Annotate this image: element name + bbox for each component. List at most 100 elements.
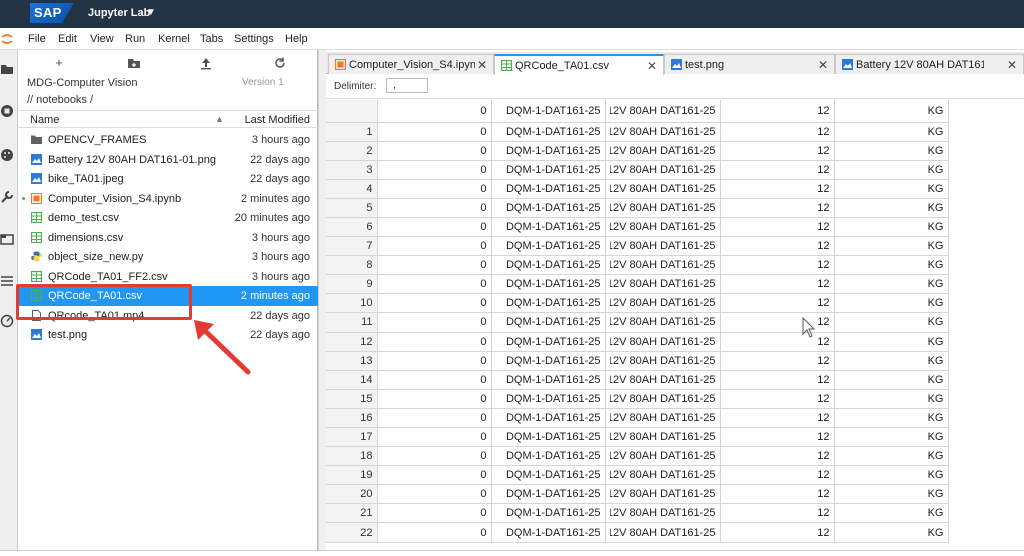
cell[interactable]: DQM-1-DAT161-25 [491,522,606,543]
cell[interactable]: DQM-1-DAT161-25 [491,274,606,295]
cell[interactable]: DQM-1-DAT161-25 [491,141,606,161]
cell[interactable]: 0 [377,312,492,333]
cell[interactable]: 0 [377,141,492,161]
close-icon[interactable]: ✕ [477,58,487,72]
cell[interactable]: 0 [377,408,492,429]
cell[interactable]: DQM-1-DAT161-25 [491,446,606,467]
menu-run[interactable]: Run [125,33,145,45]
cell[interactable]: 12 [720,198,835,218]
file-list-item[interactable]: demo_test.csv 20 minutes ago [18,208,318,228]
cell[interactable]: 0 [377,255,492,276]
cell[interactable]: KG [834,370,949,390]
cell[interactable]: 0 [377,503,492,524]
cell[interactable]: 12 [720,484,835,505]
cell[interactable]: 12 [720,255,835,276]
cell[interactable]: KG [834,351,949,371]
cell[interactable]: 12 [720,236,835,257]
row-header[interactable]: 1 [326,122,378,142]
cell[interactable]: 12 [720,332,835,352]
cell[interactable]: tery 12V 80AH DAT161-25 [605,465,721,486]
cell[interactable]: DQM-1-DAT161-25 [491,312,606,333]
menu-file[interactable]: File [28,33,46,45]
app-switcher-caret-icon[interactable]: ▼ [146,7,156,18]
row-header[interactable]: 22 [326,522,378,543]
cell[interactable]: DQM-1-DAT161-25 [491,503,606,524]
cell[interactable]: KG [834,522,949,543]
close-icon[interactable]: ✕ [647,59,657,73]
row-header[interactable]: 13 [326,351,378,371]
cell[interactable]: 0 [377,293,492,314]
cell[interactable]: tery 12V 80AH DAT161-25 [605,370,721,390]
cell[interactable]: DQM-1-DAT161-25 [491,484,606,505]
menu-help[interactable]: Help [285,33,308,45]
cell[interactable]: DQM-1-DAT161-25 [491,332,606,352]
menu-view[interactable]: View [90,33,114,45]
row-header[interactable] [326,100,378,123]
row-header[interactable]: 10 [326,293,378,314]
cell[interactable]: 12 [720,141,835,161]
file-list-item[interactable]: bike_TA01.jpeg 22 days ago [18,169,318,189]
cell[interactable]: 12 [720,446,835,467]
cell[interactable]: KG [834,427,949,448]
cell[interactable]: 12 [720,160,835,180]
table-of-contents-icon[interactable] [0,274,14,288]
cell[interactable]: DQM-1-DAT161-25 [491,122,606,142]
close-icon[interactable]: ✕ [818,58,828,72]
menu-tabs[interactable]: Tabs [200,33,223,45]
cell[interactable]: tery 12V 80AH DAT161-25 [605,484,721,505]
row-header[interactable]: 5 [326,198,378,218]
cell[interactable]: 0 [377,370,492,390]
cell[interactable]: tery 12V 80AH DAT161-25 [605,198,721,218]
row-header[interactable]: 15 [326,389,378,409]
cell[interactable]: 12 [720,293,835,314]
cell[interactable]: KG [834,332,949,352]
cell[interactable]: 0 [377,217,492,238]
cell[interactable]: 12 [720,408,835,429]
menu-edit[interactable]: Edit [58,33,77,45]
cell[interactable]: DQM-1-DAT161-25 [491,427,606,448]
cell[interactable]: 0 [377,100,492,123]
cell[interactable]: 0 [377,160,492,180]
file-list-item[interactable]: Computer_Vision_S4.ipynb 2 minutes ago [18,189,318,209]
cell[interactable]: KG [834,293,949,314]
cell[interactable]: tery 12V 80AH DAT161-25 [605,255,721,276]
cell[interactable]: tery 12V 80AH DAT161-25 [605,100,721,123]
cell[interactable]: KG [834,274,949,295]
cell[interactable]: tery 12V 80AH DAT161-25 [605,141,721,161]
palette-icon[interactable] [0,148,14,162]
column-header-last-modified[interactable]: Last Modified [245,114,310,126]
cell[interactable]: 0 [377,198,492,218]
cell[interactable]: tery 12V 80AH DAT161-25 [605,122,721,142]
row-header[interactable]: 19 [326,465,378,486]
row-header[interactable]: 2 [326,141,378,161]
cell[interactable]: DQM-1-DAT161-25 [491,465,606,486]
cell[interactable]: KG [834,198,949,218]
cell[interactable]: 12 [720,427,835,448]
tabs-icon[interactable] [0,232,14,246]
cell[interactable]: DQM-1-DAT161-25 [491,255,606,276]
cell[interactable]: tery 12V 80AH DAT161-25 [605,179,721,199]
cell[interactable]: tery 12V 80AH DAT161-25 [605,274,721,295]
file-list-item[interactable]: test.png 22 days ago [18,325,318,345]
cell[interactable]: tery 12V 80AH DAT161-25 [605,503,721,524]
cell[interactable]: tery 12V 80AH DAT161-25 [605,236,721,257]
cell[interactable]: tery 12V 80AH DAT161-25 [605,293,721,314]
file-list-item[interactable]: Battery 12V 80AH DAT161-01.png 22 days ag… [18,150,318,170]
cell[interactable]: 12 [720,100,835,123]
cell[interactable]: KG [834,141,949,161]
cell[interactable]: KG [834,217,949,238]
cell[interactable]: 12 [720,179,835,199]
row-header[interactable]: 16 [326,408,378,429]
cell[interactable]: tery 12V 80AH DAT161-25 [605,408,721,429]
cell[interactable]: 12 [720,389,835,409]
cell[interactable]: 0 [377,332,492,352]
row-header[interactable]: 9 [326,274,378,295]
cell[interactable]: DQM-1-DAT161-25 [491,217,606,238]
cell[interactable]: DQM-1-DAT161-25 [491,351,606,371]
cell[interactable]: 12 [720,522,835,543]
file-list-item[interactable]: dimensions.csv 3 hours ago [18,228,318,248]
row-header[interactable]: 7 [326,236,378,257]
cell[interactable]: tery 12V 80AH DAT161-25 [605,312,721,333]
cell[interactable]: KG [834,179,949,199]
row-header[interactable]: 8 [326,255,378,276]
